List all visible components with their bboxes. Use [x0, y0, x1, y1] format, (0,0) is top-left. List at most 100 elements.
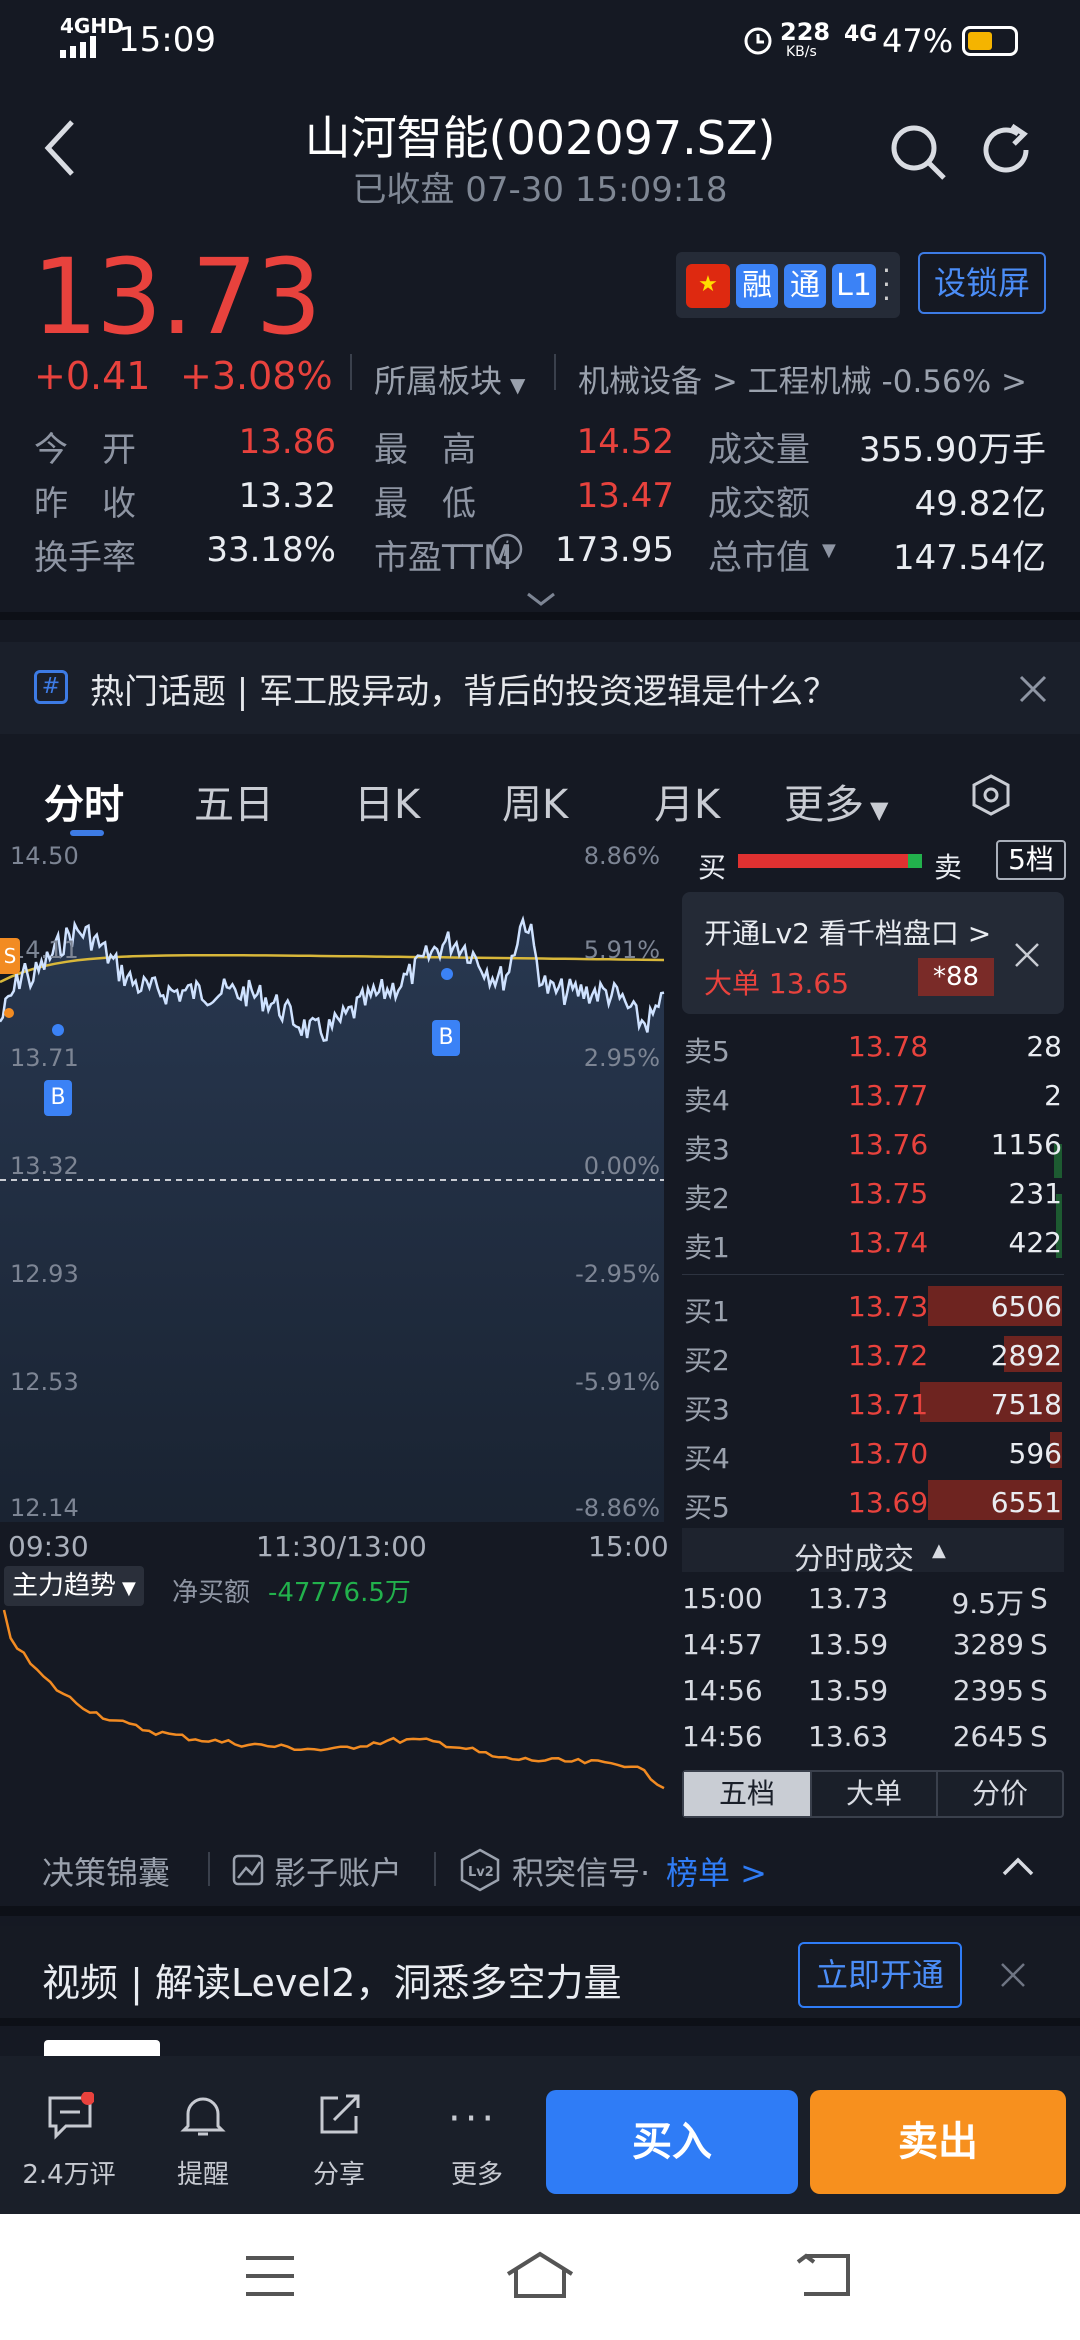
- lv2-hex-icon: Lv2: [460, 1848, 500, 1892]
- trade-price: 13.59: [808, 1628, 889, 1661]
- sell-ratio-bar: [908, 854, 922, 868]
- time-mid: 11:30/13:00: [256, 1530, 427, 1563]
- ask-level-label: 卖1: [684, 1231, 730, 1264]
- axis-right-tick: -2.95%: [575, 1260, 660, 1288]
- seg-big-order[interactable]: 大单: [810, 1772, 936, 1816]
- bid-level-volume: 596: [1008, 1437, 1062, 1470]
- axis-right-tick: 8.86%: [583, 842, 660, 870]
- trade-time: 15:00: [682, 1582, 763, 1615]
- ranking-link[interactable]: 榜单 >: [666, 1848, 767, 1894]
- close-icon[interactable]: [1014, 942, 1040, 968]
- seg-five-level[interactable]: 五档: [684, 1772, 810, 1816]
- level2-promo-banner[interactable]: 视频 | 解读Level2，洞悉多空力量 立即开通: [0, 1926, 1080, 2026]
- buy-button[interactable]: 买入: [546, 2090, 798, 2194]
- net-buy-value: -47776.5万: [268, 1578, 411, 1608]
- system-nav-bar: [0, 2214, 1080, 2340]
- ask-level-price: 13.75: [848, 1177, 929, 1210]
- sector-label: 所属板块: [374, 362, 503, 400]
- depth-button[interactable]: 5档: [996, 840, 1066, 880]
- net-speed: 228: [780, 18, 831, 46]
- comments-count: 2.4万评: [22, 2160, 116, 2190]
- ask-level-volume: 231: [1008, 1177, 1062, 1210]
- remind-label: 提醒: [176, 2160, 229, 2190]
- info-icon[interactable]: i: [490, 532, 524, 566]
- activate-button[interactable]: 立即开通: [798, 1942, 962, 2008]
- status-bar: 4GHD 15:09 228 KB/s 4G 47%: [0, 0, 1080, 84]
- trade-price: 13.59: [808, 1674, 889, 1707]
- svg-text:Lv2: Lv2: [468, 1865, 494, 1880]
- stat-label: 成交额: [708, 484, 810, 524]
- tab-daily-k[interactable]: 日K: [354, 772, 420, 830]
- china-flag-icon: ★: [686, 264, 730, 308]
- sector-dropdown[interactable]: 所属板块 ▼: [374, 356, 525, 402]
- sell-marker[interactable]: S: [0, 938, 20, 974]
- tab-intraday[interactable]: 分时: [44, 772, 124, 830]
- trade-price: 13.73: [808, 1582, 889, 1615]
- quote-panel: 13.73 +0.41 +3.08% 所属板块 ▼ 机械设备 > 工程机械 -0.…: [0, 214, 1080, 620]
- bell-icon[interactable]: [180, 2092, 226, 2140]
- divider: [350, 354, 352, 390]
- peek-card: [44, 2040, 160, 2056]
- sell-ratio-label: 卖: [934, 851, 963, 884]
- close-icon[interactable]: [1018, 674, 1048, 704]
- svg-text:i: i: [503, 537, 509, 561]
- bid-level-price: 13.73: [848, 1290, 929, 1323]
- more-dots-icon[interactable]: ···: [448, 2096, 498, 2142]
- tag-connect: 通: [784, 264, 826, 308]
- menu-icon[interactable]: [244, 2254, 296, 2298]
- time-end: 15:00: [588, 1530, 669, 1563]
- axis-left-tick: 14.50: [10, 842, 79, 870]
- trade-side: S: [1030, 1628, 1048, 1661]
- comment-icon[interactable]: [46, 2092, 94, 2140]
- marker-dot: [441, 968, 453, 980]
- stat-label: 最 高: [374, 430, 476, 470]
- back-nav-icon[interactable]: [796, 2252, 852, 2298]
- main-force-chart: [2, 1609, 665, 1790]
- sector-path-link[interactable]: 机械设备 > 工程机械 -0.56% >: [578, 356, 1027, 401]
- close-icon[interactable]: [1000, 1962, 1026, 1988]
- tab-more[interactable]: 更多 ▼: [784, 772, 888, 830]
- trade-volume: 2395: [952, 1674, 1024, 1707]
- topic-text: 热门话题 | 军工股异动，背后的投资逻辑是什么？: [90, 672, 838, 712]
- header: 山河智能(002097.SZ) 已收盘 07-30 15:09:18: [0, 84, 1080, 214]
- decision-kit-link[interactable]: 决策锦囊: [42, 1848, 170, 1894]
- tab-five-day[interactable]: 五日: [194, 772, 274, 830]
- bid-level-label: 买5: [684, 1491, 730, 1524]
- expand-chevron-icon[interactable]: [524, 590, 558, 608]
- hot-topic-banner[interactable]: # 热门话题 | 军工股异动，背后的投资逻辑是什么？: [0, 642, 1080, 734]
- collapse-chevron-icon[interactable]: [1000, 1856, 1036, 1878]
- settings-hex-icon[interactable]: [970, 774, 1012, 816]
- share-icon[interactable]: [316, 2090, 362, 2138]
- intraday-chart[interactable]: 14.50 14.11 13.71 13.32 12.93 12.53 12.1…: [0, 842, 668, 1526]
- lock-screen-button[interactable]: 设锁屏: [918, 252, 1046, 314]
- seg-price-dist[interactable]: 分价: [936, 1772, 1062, 1816]
- price-change: +0.41: [34, 354, 151, 398]
- signal-link[interactable]: 积突信号·: [512, 1848, 650, 1894]
- ask-level-volume: 1156: [990, 1128, 1062, 1161]
- big-order-value: *88: [918, 958, 994, 996]
- net-speed-unit: KB/s: [786, 44, 817, 60]
- tab-weekly-k[interactable]: 周K: [502, 772, 568, 830]
- ask-level-label: 卖2: [684, 1182, 730, 1215]
- buy-marker[interactable]: B: [44, 1080, 72, 1116]
- tab-monthly-k[interactable]: 月K: [654, 772, 720, 830]
- stat-label[interactable]: 总市值: [708, 530, 810, 579]
- stat-value: 13.32: [238, 476, 336, 516]
- bottom-action-bar: 2.4万评 提醒 分享 ··· 更多 买入 卖出: [0, 2056, 1080, 2214]
- stat-value: 355.90万手: [859, 430, 1046, 470]
- main-force-dropdown[interactable]: 主力趋势 ▼: [4, 1566, 144, 1606]
- bid-level-volume: 7518: [990, 1388, 1062, 1421]
- home-icon[interactable]: [504, 2250, 576, 2300]
- time-start: 09:30: [8, 1530, 89, 1563]
- axis-right-tick: 5.91%: [583, 936, 660, 964]
- bid-level-label: 买3: [684, 1393, 730, 1426]
- ask-level-price: 13.78: [848, 1030, 929, 1063]
- divider: [554, 354, 556, 390]
- buy-marker[interactable]: B: [432, 1020, 460, 1056]
- ask-level-price: 13.77: [848, 1079, 929, 1112]
- refresh-icon[interactable]: [978, 120, 1038, 180]
- shadow-account-link[interactable]: 影子账户: [274, 1848, 402, 1894]
- search-icon[interactable]: [888, 122, 948, 182]
- divider: [208, 1852, 210, 1886]
- sell-button[interactable]: 卖出: [810, 2090, 1066, 2194]
